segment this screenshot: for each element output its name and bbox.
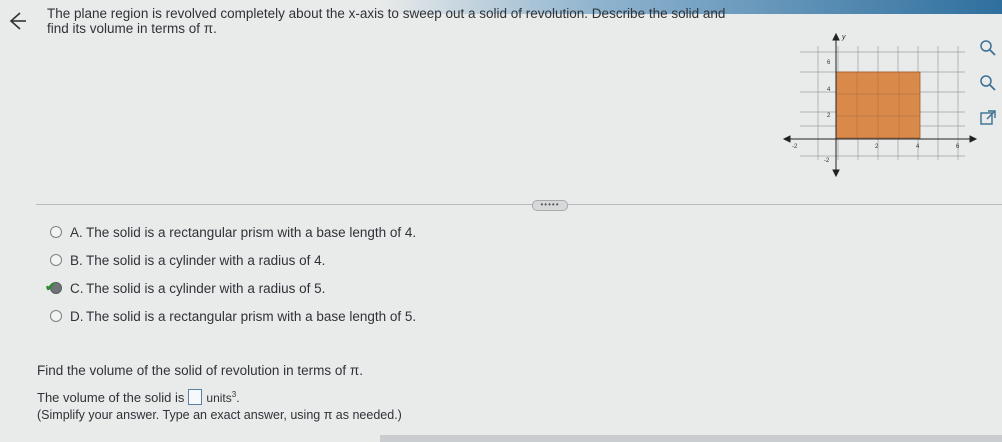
x-tick-label: -2 xyxy=(792,144,798,150)
option-letter: D. xyxy=(70,308,84,324)
popout-icon[interactable] xyxy=(978,108,998,128)
option-letter: B. xyxy=(70,252,83,268)
volume-answer-input[interactable] xyxy=(188,389,203,405)
answer-line: The volume of the solid is units3. xyxy=(37,389,240,405)
y-axis-label: y xyxy=(841,34,846,41)
checkmark-icon: ✔ xyxy=(45,279,56,294)
answer-hint: (Simplify your answer. Type an exact ans… xyxy=(37,408,402,422)
x-tick-label: 6 xyxy=(956,144,960,150)
unit-label: units3. xyxy=(206,390,239,405)
bottom-bar xyxy=(380,435,1002,442)
unit-text: units xyxy=(206,390,232,405)
option-text: The solid is a rectangular prism with a … xyxy=(86,224,417,240)
unit-suffix: . xyxy=(236,390,240,405)
option-c[interactable]: ✔ C. The solid is a cylinder with a radi… xyxy=(45,274,416,302)
region-graph: y 6 4 2 -2 -2 2 4 6 xyxy=(782,32,978,178)
option-text: The solid is a cylinder with a radius of… xyxy=(86,280,326,296)
zoom-in-icon[interactable] xyxy=(978,38,998,58)
option-letter: A. xyxy=(70,224,83,240)
x-tick-label: 2 xyxy=(875,144,879,150)
question-text: The plane region is revolved completely … xyxy=(47,6,726,36)
answer-prefix: The volume of the solid is xyxy=(37,389,185,405)
section-divider xyxy=(36,204,1002,205)
option-text: The solid is a cylinder with a radius of… xyxy=(86,252,326,268)
y-tick-label: 6 xyxy=(827,60,831,66)
option-text: The solid is a rectangular prism with a … xyxy=(86,308,417,324)
find-volume-prompt: Find the volume of the solid of revoluti… xyxy=(37,363,363,378)
back-arrow-icon[interactable] xyxy=(6,10,28,32)
expand-more-button[interactable]: ••••• xyxy=(532,200,568,211)
radio-button[interactable] xyxy=(50,226,62,238)
y-tick-label: -2 xyxy=(824,158,830,164)
option-a[interactable]: A. The solid is a rectangular prism with… xyxy=(47,218,416,246)
radio-button[interactable] xyxy=(50,254,62,266)
graph-tools xyxy=(978,38,1000,143)
radio-button[interactable] xyxy=(50,310,62,322)
option-d[interactable]: D. The solid is a rectangular prism with… xyxy=(47,302,416,330)
option-letter: C. xyxy=(70,280,84,296)
answer-options: A. The solid is a rectangular prism with… xyxy=(45,218,416,330)
y-tick-label: 2 xyxy=(827,113,831,119)
option-b[interactable]: B. The solid is a cylinder with a radius… xyxy=(47,246,416,274)
zoom-out-icon[interactable] xyxy=(978,73,998,93)
x-tick-label: 4 xyxy=(916,144,920,150)
